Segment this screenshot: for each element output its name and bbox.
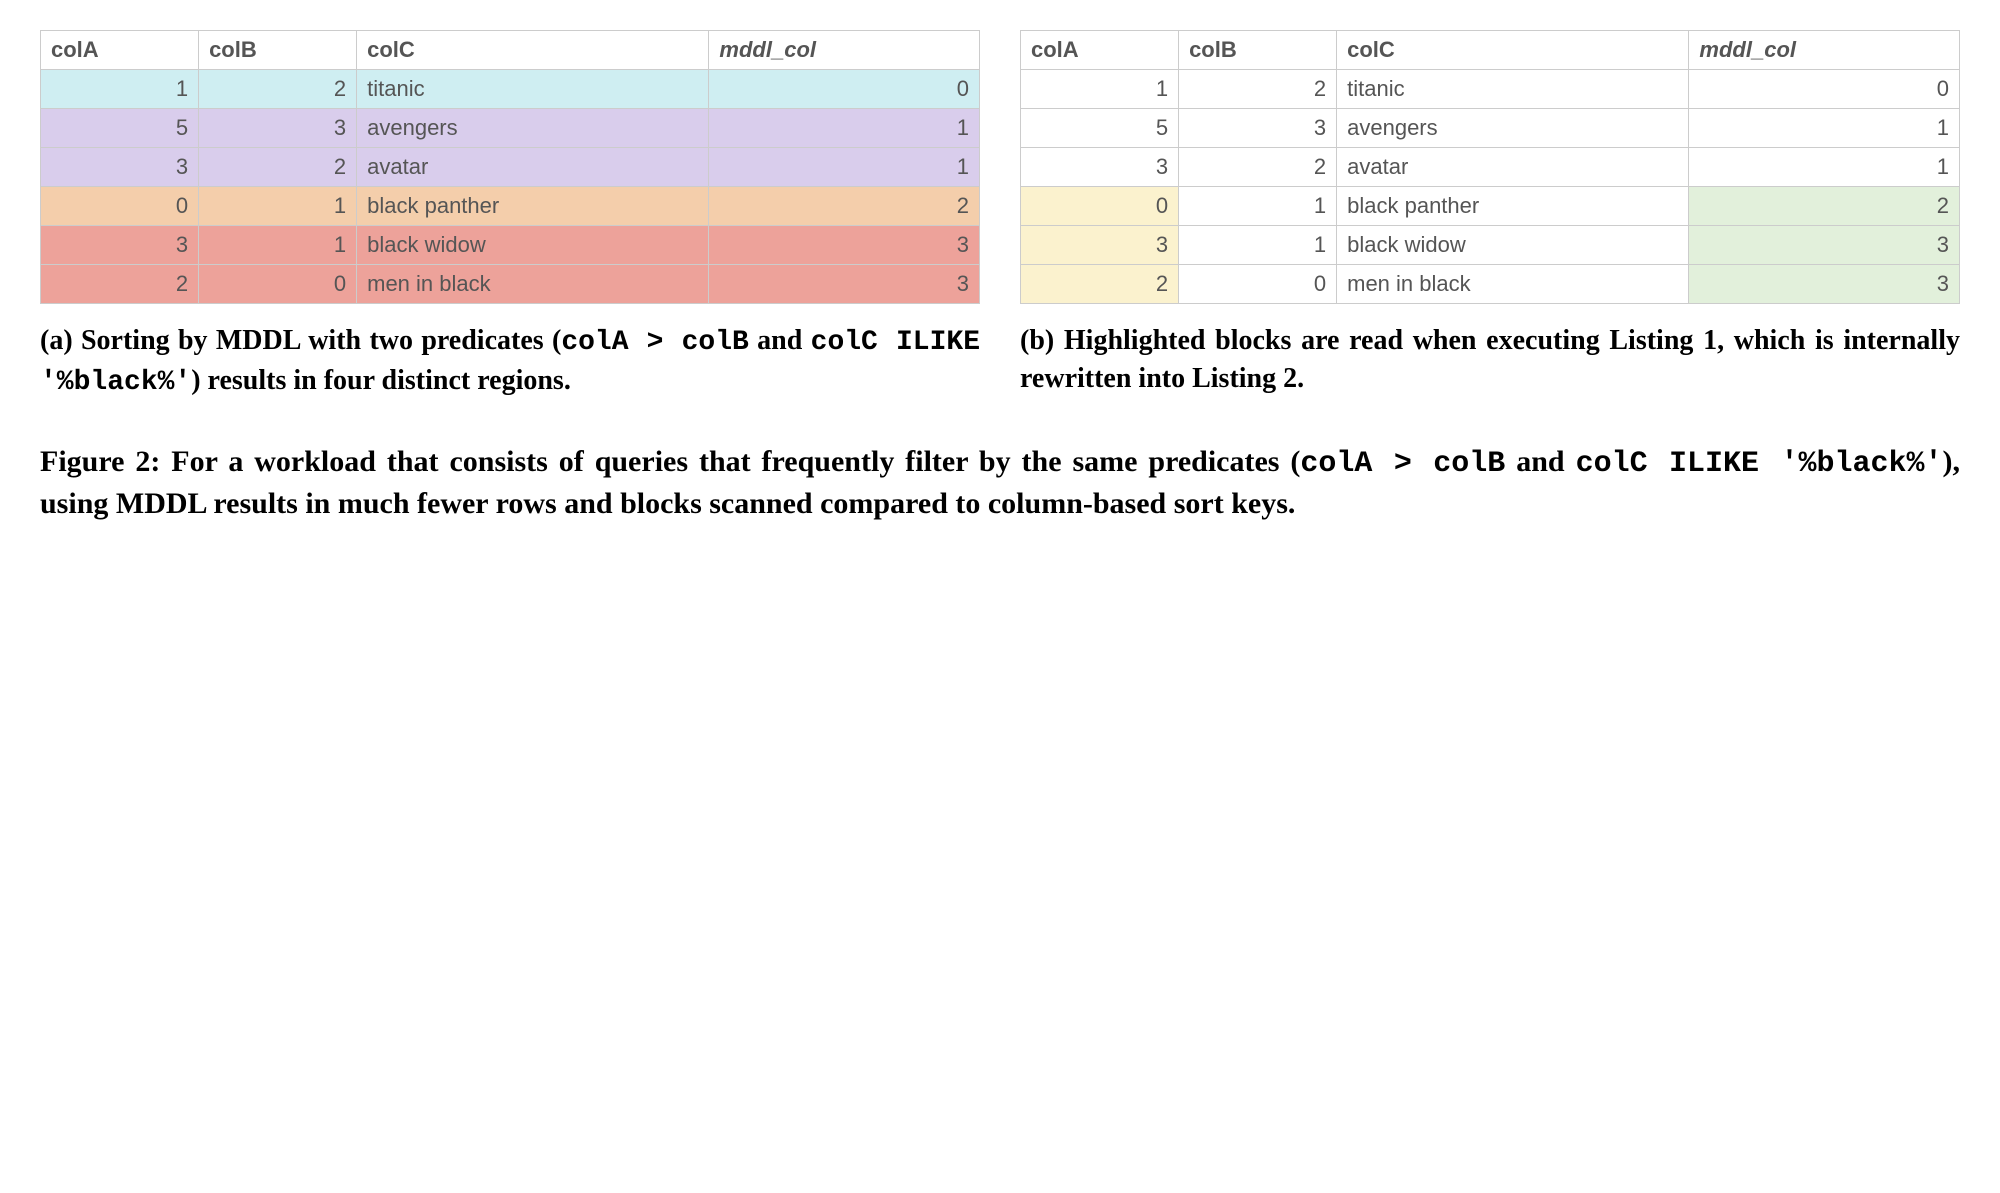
cell-colB: 3 bbox=[199, 109, 357, 148]
header-mddl: mddl_col bbox=[1689, 31, 1960, 70]
table-row: 32avatar1 bbox=[41, 148, 980, 187]
caption-a-mid: and bbox=[749, 325, 811, 356]
cell-colA: 2 bbox=[1021, 265, 1179, 304]
caption-main-prefix: Figure 2: For a workload that consists o… bbox=[40, 445, 1300, 478]
table-header-row: colA colB colC mddl_col bbox=[41, 31, 980, 70]
cell-mddl: 3 bbox=[709, 265, 980, 304]
subfigure-b: colA colB colC mddl_col 12titanic053aven… bbox=[1020, 30, 1960, 402]
cell-colB: 2 bbox=[1179, 148, 1337, 187]
cell-colB: 0 bbox=[199, 265, 357, 304]
table-row: 31black widow3 bbox=[41, 226, 980, 265]
header-colA: colA bbox=[1021, 31, 1179, 70]
cell-colC: avatar bbox=[357, 148, 709, 187]
caption-b: (b) Highlighted blocks are read when exe… bbox=[1020, 322, 1960, 398]
table-row: 31black widow3 bbox=[1021, 226, 1960, 265]
cell-colB: 2 bbox=[1179, 70, 1337, 109]
cell-colB: 2 bbox=[199, 70, 357, 109]
cell-mddl: 3 bbox=[1689, 226, 1960, 265]
cell-colA: 0 bbox=[41, 187, 199, 226]
cell-mddl: 1 bbox=[709, 148, 980, 187]
table-row: 20men in black3 bbox=[41, 265, 980, 304]
table-row: 12titanic0 bbox=[41, 70, 980, 109]
header-colB: colB bbox=[199, 31, 357, 70]
cell-colC: men in black bbox=[1337, 265, 1689, 304]
cell-colA: 3 bbox=[41, 226, 199, 265]
header-colA: colA bbox=[41, 31, 199, 70]
header-colC: colC bbox=[357, 31, 709, 70]
caption-a-prefix: (a) Sorting by MDDL with two predicates … bbox=[40, 325, 561, 356]
cell-colA: 3 bbox=[1021, 148, 1179, 187]
cell-colA: 0 bbox=[1021, 187, 1179, 226]
cell-colC: avengers bbox=[1337, 109, 1689, 148]
cell-colB: 1 bbox=[1179, 187, 1337, 226]
cell-colB: 1 bbox=[199, 226, 357, 265]
cell-mddl: 3 bbox=[1689, 265, 1960, 304]
caption-main-code1: colA > colB bbox=[1300, 447, 1505, 481]
cell-mddl: 1 bbox=[1689, 148, 1960, 187]
table-header-row: colA colB colC mddl_col bbox=[1021, 31, 1960, 70]
cell-colB: 0 bbox=[1179, 265, 1337, 304]
cell-mddl: 2 bbox=[709, 187, 980, 226]
table-row: 01black panther2 bbox=[41, 187, 980, 226]
cell-colA: 3 bbox=[1021, 226, 1179, 265]
cell-colC: avengers bbox=[357, 109, 709, 148]
table-row: 01black panther2 bbox=[1021, 187, 1960, 226]
cell-colA: 1 bbox=[1021, 70, 1179, 109]
cell-mddl: 3 bbox=[709, 226, 980, 265]
cell-colC: titanic bbox=[357, 70, 709, 109]
caption-main-code2: colC ILIKE '%black%' bbox=[1576, 447, 1943, 481]
caption-a-code1: colA > colB bbox=[561, 327, 749, 358]
table-row: 53avengers1 bbox=[1021, 109, 1960, 148]
cell-colA: 3 bbox=[41, 148, 199, 187]
cell-mddl: 0 bbox=[709, 70, 980, 109]
table-left: colA colB colC mddl_col 12titanic053aven… bbox=[40, 30, 980, 304]
cell-colC: black panther bbox=[357, 187, 709, 226]
subfigure-a: colA colB colC mddl_col 12titanic053aven… bbox=[40, 30, 980, 402]
cell-mddl: 2 bbox=[1689, 187, 1960, 226]
caption-a-suffix: ) results in four distinct regions. bbox=[191, 365, 571, 396]
cell-colB: 2 bbox=[199, 148, 357, 187]
cell-colC: black widow bbox=[1337, 226, 1689, 265]
cell-colA: 2 bbox=[41, 265, 199, 304]
cell-colB: 3 bbox=[1179, 109, 1337, 148]
cell-mddl: 1 bbox=[709, 109, 980, 148]
header-colB: colB bbox=[1179, 31, 1337, 70]
header-colC: colC bbox=[1337, 31, 1689, 70]
cell-colA: 5 bbox=[41, 109, 199, 148]
caption-main-mid: and bbox=[1505, 445, 1575, 478]
figure-row: colA colB colC mddl_col 12titanic053aven… bbox=[40, 30, 1960, 402]
cell-colA: 1 bbox=[41, 70, 199, 109]
header-mddl: mddl_col bbox=[709, 31, 980, 70]
caption-a: (a) Sorting by MDDL with two predicates … bbox=[40, 322, 980, 402]
cell-colC: titanic bbox=[1337, 70, 1689, 109]
table-row: 12titanic0 bbox=[1021, 70, 1960, 109]
cell-colA: 5 bbox=[1021, 109, 1179, 148]
cell-colC: black widow bbox=[357, 226, 709, 265]
caption-figure-2: Figure 2: For a workload that consists o… bbox=[40, 442, 1960, 525]
table-row: 20men in black3 bbox=[1021, 265, 1960, 304]
cell-colC: avatar bbox=[1337, 148, 1689, 187]
cell-colC: men in black bbox=[357, 265, 709, 304]
cell-colB: 1 bbox=[199, 187, 357, 226]
table-row: 32avatar1 bbox=[1021, 148, 1960, 187]
table-right: colA colB colC mddl_col 12titanic053aven… bbox=[1020, 30, 1960, 304]
cell-colC: black panther bbox=[1337, 187, 1689, 226]
cell-mddl: 0 bbox=[1689, 70, 1960, 109]
table-row: 53avengers1 bbox=[41, 109, 980, 148]
cell-colB: 1 bbox=[1179, 226, 1337, 265]
cell-mddl: 1 bbox=[1689, 109, 1960, 148]
caption-b-text: (b) Highlighted blocks are read when exe… bbox=[1020, 325, 1960, 394]
